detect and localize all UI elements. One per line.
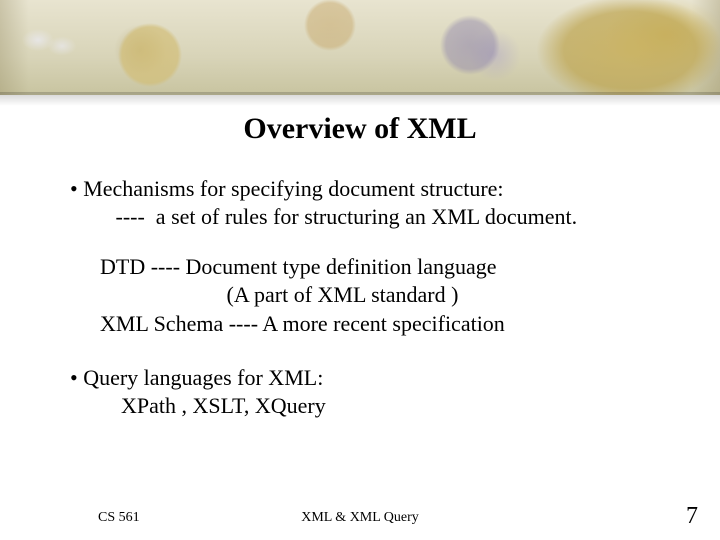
sub-dtd-schema: DTD ---- Document type definition langua…	[100, 253, 660, 337]
bullet-mechanisms-line1: Mechanisms for specifying document struc…	[88, 175, 660, 203]
bullet-mechanisms: Mechanisms for specifying document struc…	[70, 175, 660, 231]
footer-topic: XML & XML Query	[0, 510, 720, 526]
slide-body: Mechanisms for specifying document struc…	[70, 175, 660, 420]
sub-line-dtd: DTD ---- Document type definition langua…	[100, 253, 660, 281]
bullet-query-line1: Query languages for XML:	[88, 364, 660, 392]
decorative-banner	[0, 0, 720, 95]
footer-page-number: 7	[686, 503, 698, 530]
bullet-query-langs: Query languages for XML: XPath , XSLT, X…	[70, 364, 660, 420]
slide-title: Overview of XML	[0, 112, 720, 146]
sub-line-schema: XML Schema ---- A more recent specificat…	[100, 310, 660, 338]
banner-shadow	[0, 92, 720, 106]
bullet-mechanisms-line2: ---- a set of rules for structuring an X…	[88, 203, 660, 231]
bullet-query-line2: XPath , XSLT, XQuery	[88, 392, 660, 420]
sub-line-part: (A part of XML standard )	[100, 281, 660, 309]
